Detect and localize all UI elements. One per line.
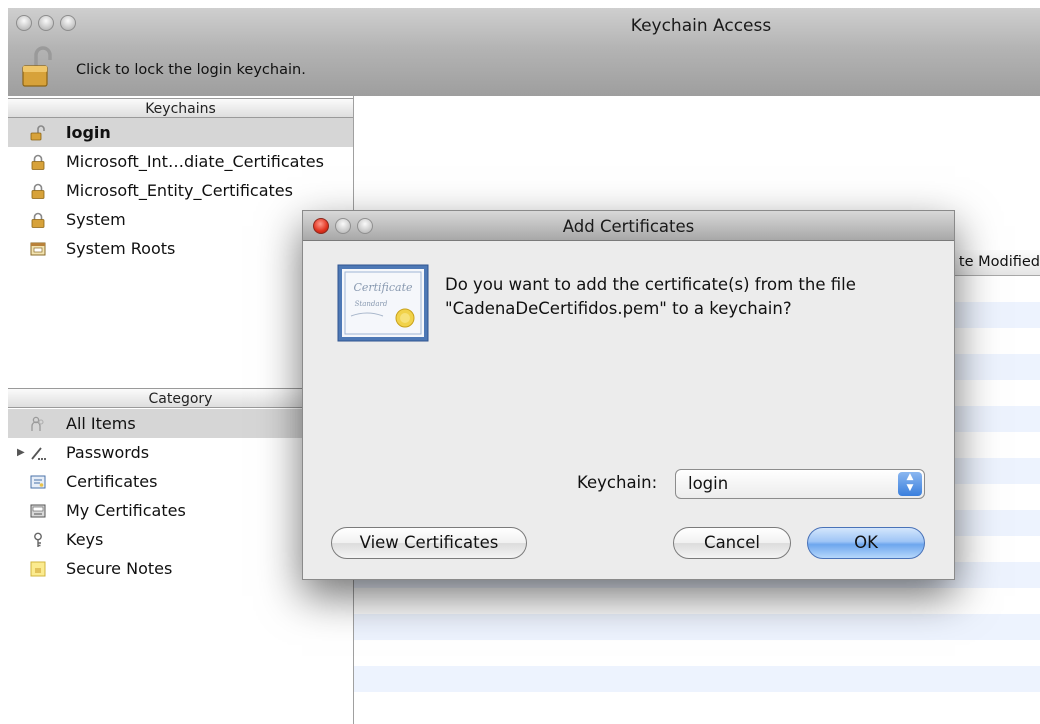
padlock-icon [31,212,45,228]
sidebar-item-label: Microsoft_Int…diate_Certificates [66,152,324,171]
sidebar-item-login[interactable]: login [8,118,353,147]
keychain-label: Keychain: [577,473,658,492]
sidebar-item-label: My Certificates [66,501,186,520]
sidebar-item-label: Microsoft_Entity_Certificates [66,181,293,200]
view-certificates-button[interactable]: View Certificates [331,527,527,559]
padlock-icon [31,154,45,170]
sidebar-item-microsoft-entity[interactable]: Microsoft_Entity_Certificates [8,176,353,205]
sidebar-item-label: login [66,123,111,142]
unlocked-padlock-icon [30,125,45,141]
padlock-icon [31,183,45,199]
disclosure-triangle-icon[interactable]: ▶ [17,438,25,467]
my-certificate-icon [30,504,46,518]
keychain-select-value: login [688,474,729,493]
ok-button[interactable]: OK [807,527,925,559]
table-row[interactable] [354,666,1040,692]
keychain-select[interactable]: login ▲ ▼ [675,469,925,499]
key-icon [34,532,42,547]
sidebar-item-label: Passwords [66,443,150,462]
stepper-arrows-icon[interactable]: ▲ ▼ [898,472,922,496]
dialog-title: Add Certificates [562,217,695,236]
certificate-icon: Certificate Standard [337,264,429,342]
table-row[interactable] [354,614,1040,640]
sidebar-item-label: System Roots [66,239,176,258]
message-line-2: "CadenaDeCertifidos.pem" to a keychain? [445,299,792,318]
dialog-message: Do you want to add the certificate(s) fr… [445,273,915,321]
keychains-header: Keychains [8,98,353,118]
unlocked-padlock-icon[interactable] [20,44,54,88]
cabinet-icon [30,242,46,256]
sidebar-item-microsoft-intermediate[interactable]: Microsoft_Int…diate_Certificates [8,147,353,176]
sidebar-item-label: Keys [66,530,104,549]
pen-icon [31,447,46,460]
cancel-button[interactable]: Cancel [673,527,791,559]
sidebar-item-label: System [66,210,126,229]
lock-keychain-hint[interactable]: Click to lock the login keychain. [76,62,306,78]
people-icon [31,416,44,431]
window-titlebar: Keychain Access Click to lock the login … [8,8,1040,97]
message-line-1: Do you want to add the certificate(s) fr… [445,275,856,294]
window-title: Keychain Access [630,16,772,36]
sidebar-item-label: Certificates [66,472,158,491]
certificate-icon [30,475,46,489]
sidebar-item-label: All Items [66,414,136,433]
column-header-date-modified[interactable]: te Modified [959,254,1040,270]
svg-text:Standard: Standard [355,300,388,308]
certificate-graphic-text: Certificate [353,281,413,294]
sidebar-item-label: Secure Notes [66,559,173,578]
dialog-titlebar: Add Certificates [303,211,954,241]
add-certificates-dialog: Add Certificates Certificate Standard Do… [302,210,955,580]
note-icon [30,561,46,577]
